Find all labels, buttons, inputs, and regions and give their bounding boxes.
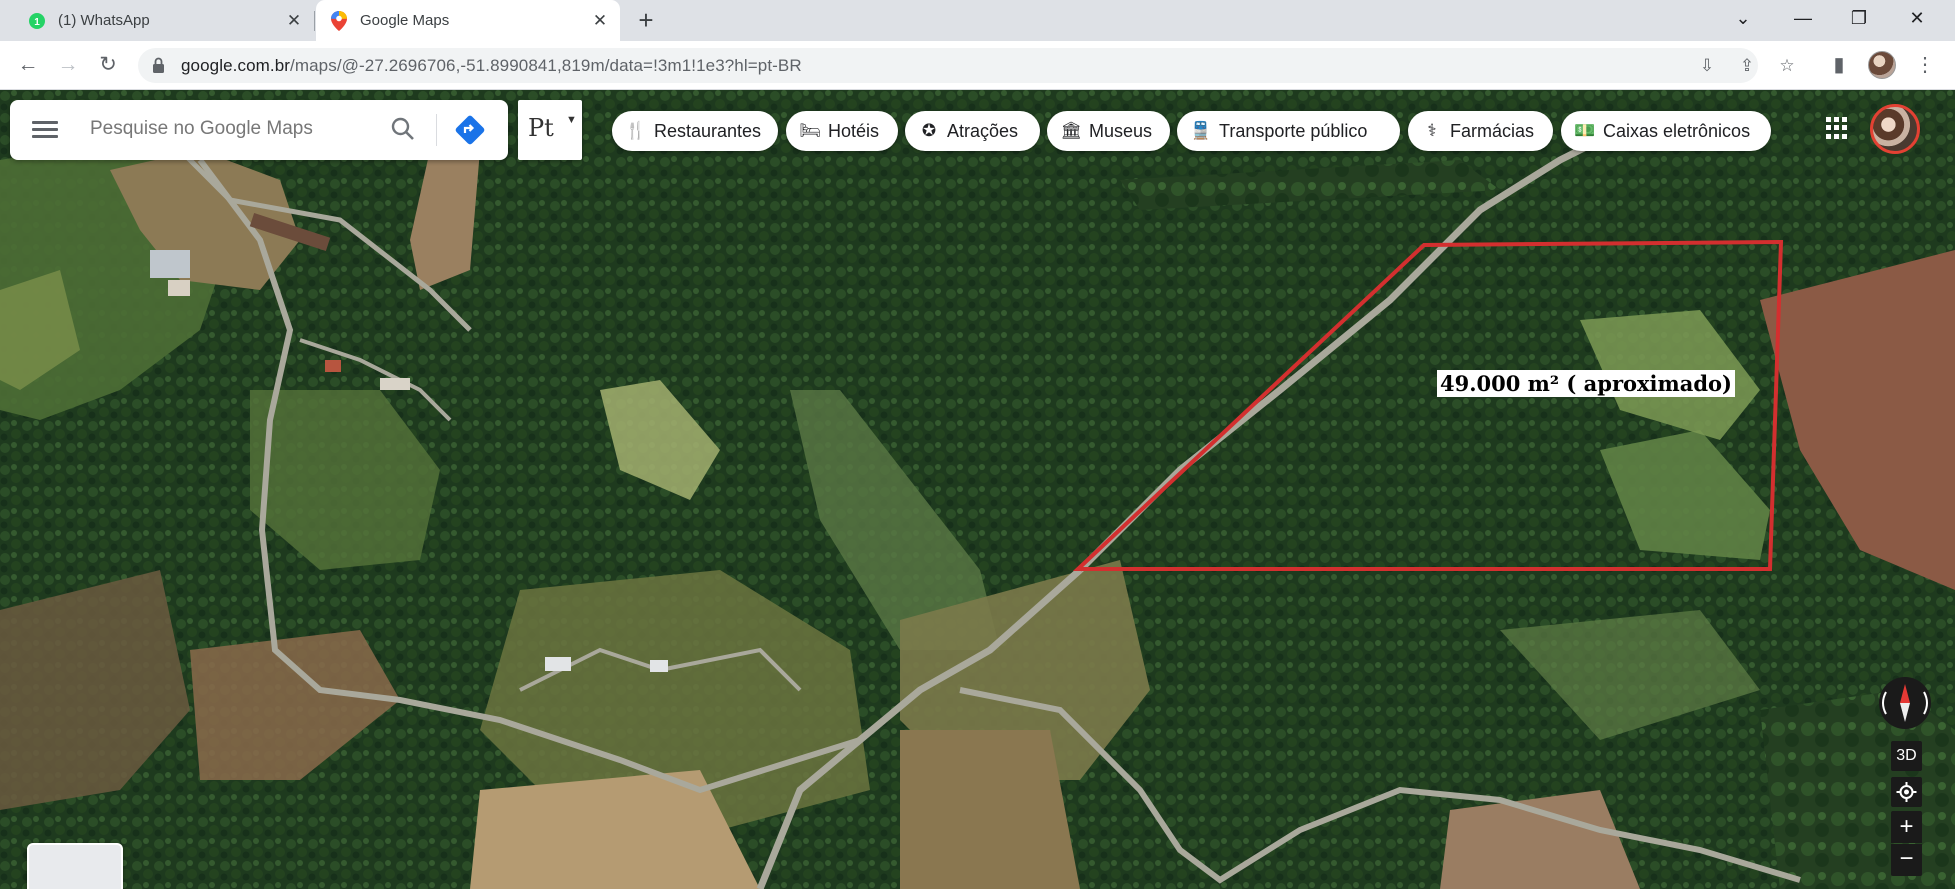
chip-caixas-eletronicos[interactable]: 💵 Caixas eletrônicos <box>1561 111 1771 151</box>
tab-strip: 1 (1) WhatsApp ✕ Google Maps ✕ + ⌄ — ❐ ✕ <box>0 0 1955 41</box>
search-input[interactable]: Pesquise no Google Maps <box>90 118 313 140</box>
museum-icon: 🏛 <box>1060 121 1082 140</box>
input-tools-button[interactable]: Pt ▼ <box>518 100 582 160</box>
close-window-icon[interactable]: ✕ <box>1904 8 1930 29</box>
address-bar[interactable]: google.com.br/maps/@-27.2696706,-51.8990… <box>138 48 1795 83</box>
lock-icon[interactable] <box>152 57 165 78</box>
toggle-3d-button[interactable]: 3D <box>1891 741 1922 771</box>
bed-icon: 🛏 <box>799 121 821 140</box>
back-arrow-icon[interactable]: ← <box>14 52 42 80</box>
hamburger-menu-icon[interactable] <box>32 117 58 143</box>
tab-title: Google Maps <box>360 12 450 29</box>
atm-icon: 💵 <box>1574 121 1596 140</box>
zoom-out-button[interactable]: − <box>1891 844 1922 876</box>
language-indicator: Pt <box>528 114 554 142</box>
chip-hoteis[interactable]: 🛏 Hotéis <box>786 111 898 151</box>
tab-divider <box>314 11 315 31</box>
tab-whatsapp[interactable]: 1 (1) WhatsApp ✕ <box>14 0 314 41</box>
google-maps-icon <box>330 10 348 31</box>
maps-search-box: Pesquise no Google Maps <box>10 100 508 160</box>
chip-farmacias[interactable]: ⚕ Farmácias <box>1408 111 1553 151</box>
account-avatar[interactable] <box>1870 104 1920 154</box>
area-annotation-label: 49.000 m² ( aproximado) <box>1437 370 1735 397</box>
side-panel-icon[interactable]: ▮ <box>1826 52 1852 78</box>
chip-museus[interactable]: 🏛 Museus <box>1047 111 1170 151</box>
search-icon[interactable] <box>390 116 416 147</box>
reload-icon[interactable]: ↻ <box>94 52 122 80</box>
chip-atracoes[interactable]: ✪ Atrações <box>905 111 1040 151</box>
chip-label: Museus <box>1089 120 1153 141</box>
chip-transporte-publico[interactable]: 🚆 Transporte público <box>1177 111 1400 151</box>
svg-text:1: 1 <box>34 17 40 28</box>
map-canvas[interactable]: Pesquise no Google Maps Pt ▼ 🍴 Restauran… <box>0 90 1955 889</box>
tab-google-maps[interactable]: Google Maps ✕ <box>316 0 620 41</box>
layers-toggle[interactable] <box>27 843 123 889</box>
google-apps-icon[interactable] <box>1826 117 1848 139</box>
chevron-down-icon[interactable]: ⌄ <box>1730 8 1756 29</box>
zoom-in-button[interactable]: + <box>1891 811 1922 843</box>
chip-label: Transporte público <box>1219 120 1368 141</box>
browser-toolbar: ← → ↻ google.com.br/maps/@-27.2696706,-5… <box>0 41 1955 90</box>
url-text: google.com.br/maps/@-27.2696706,-51.8990… <box>181 56 802 76</box>
attraction-icon: ✪ <box>921 121 937 140</box>
chip-label: Hotéis <box>828 120 880 141</box>
chip-label: Caixas eletrônicos <box>1603 120 1751 141</box>
bookmark-star-icon[interactable]: ☆ <box>1776 56 1798 76</box>
chip-restaurantes[interactable]: 🍴 Restaurantes <box>612 111 778 151</box>
pharmacy-icon: ⚕ <box>1427 121 1437 140</box>
tab-title: (1) WhatsApp <box>58 12 150 29</box>
restore-icon[interactable]: ❐ <box>1846 8 1872 29</box>
chip-label: Farmácias <box>1450 120 1535 141</box>
forward-arrow-icon[interactable]: → <box>54 52 82 80</box>
chip-label: Atrações <box>947 120 1019 141</box>
new-tab-button[interactable]: + <box>632 7 660 33</box>
chip-label: Restaurantes <box>654 120 762 141</box>
more-menu-icon[interactable]: ⋮ <box>1912 52 1938 78</box>
caret-down-icon: ▼ <box>566 114 577 126</box>
train-icon: 🚆 <box>1190 121 1212 140</box>
directions-icon[interactable] <box>454 114 486 146</box>
search-divider <box>436 114 437 146</box>
profile-avatar[interactable] <box>1868 51 1896 79</box>
minimize-icon[interactable]: — <box>1790 8 1816 29</box>
share-icon[interactable]: ⇪ <box>1736 56 1758 76</box>
satellite-imagery <box>0 90 1955 889</box>
close-tab-icon[interactable]: ✕ <box>590 11 610 31</box>
fork-knife-icon: 🍴 <box>625 121 647 140</box>
url-path: /maps/@-27.2696706,-51.8990841,819m/data… <box>290 56 802 75</box>
compass-icon[interactable] <box>1876 674 1934 732</box>
whatsapp-icon: 1 <box>28 12 46 30</box>
url-host: google.com.br <box>181 56 291 75</box>
my-location-icon[interactable] <box>1891 777 1922 807</box>
close-tab-icon[interactable]: ✕ <box>284 11 304 31</box>
install-app-icon[interactable]: ⇩ <box>1696 56 1718 76</box>
